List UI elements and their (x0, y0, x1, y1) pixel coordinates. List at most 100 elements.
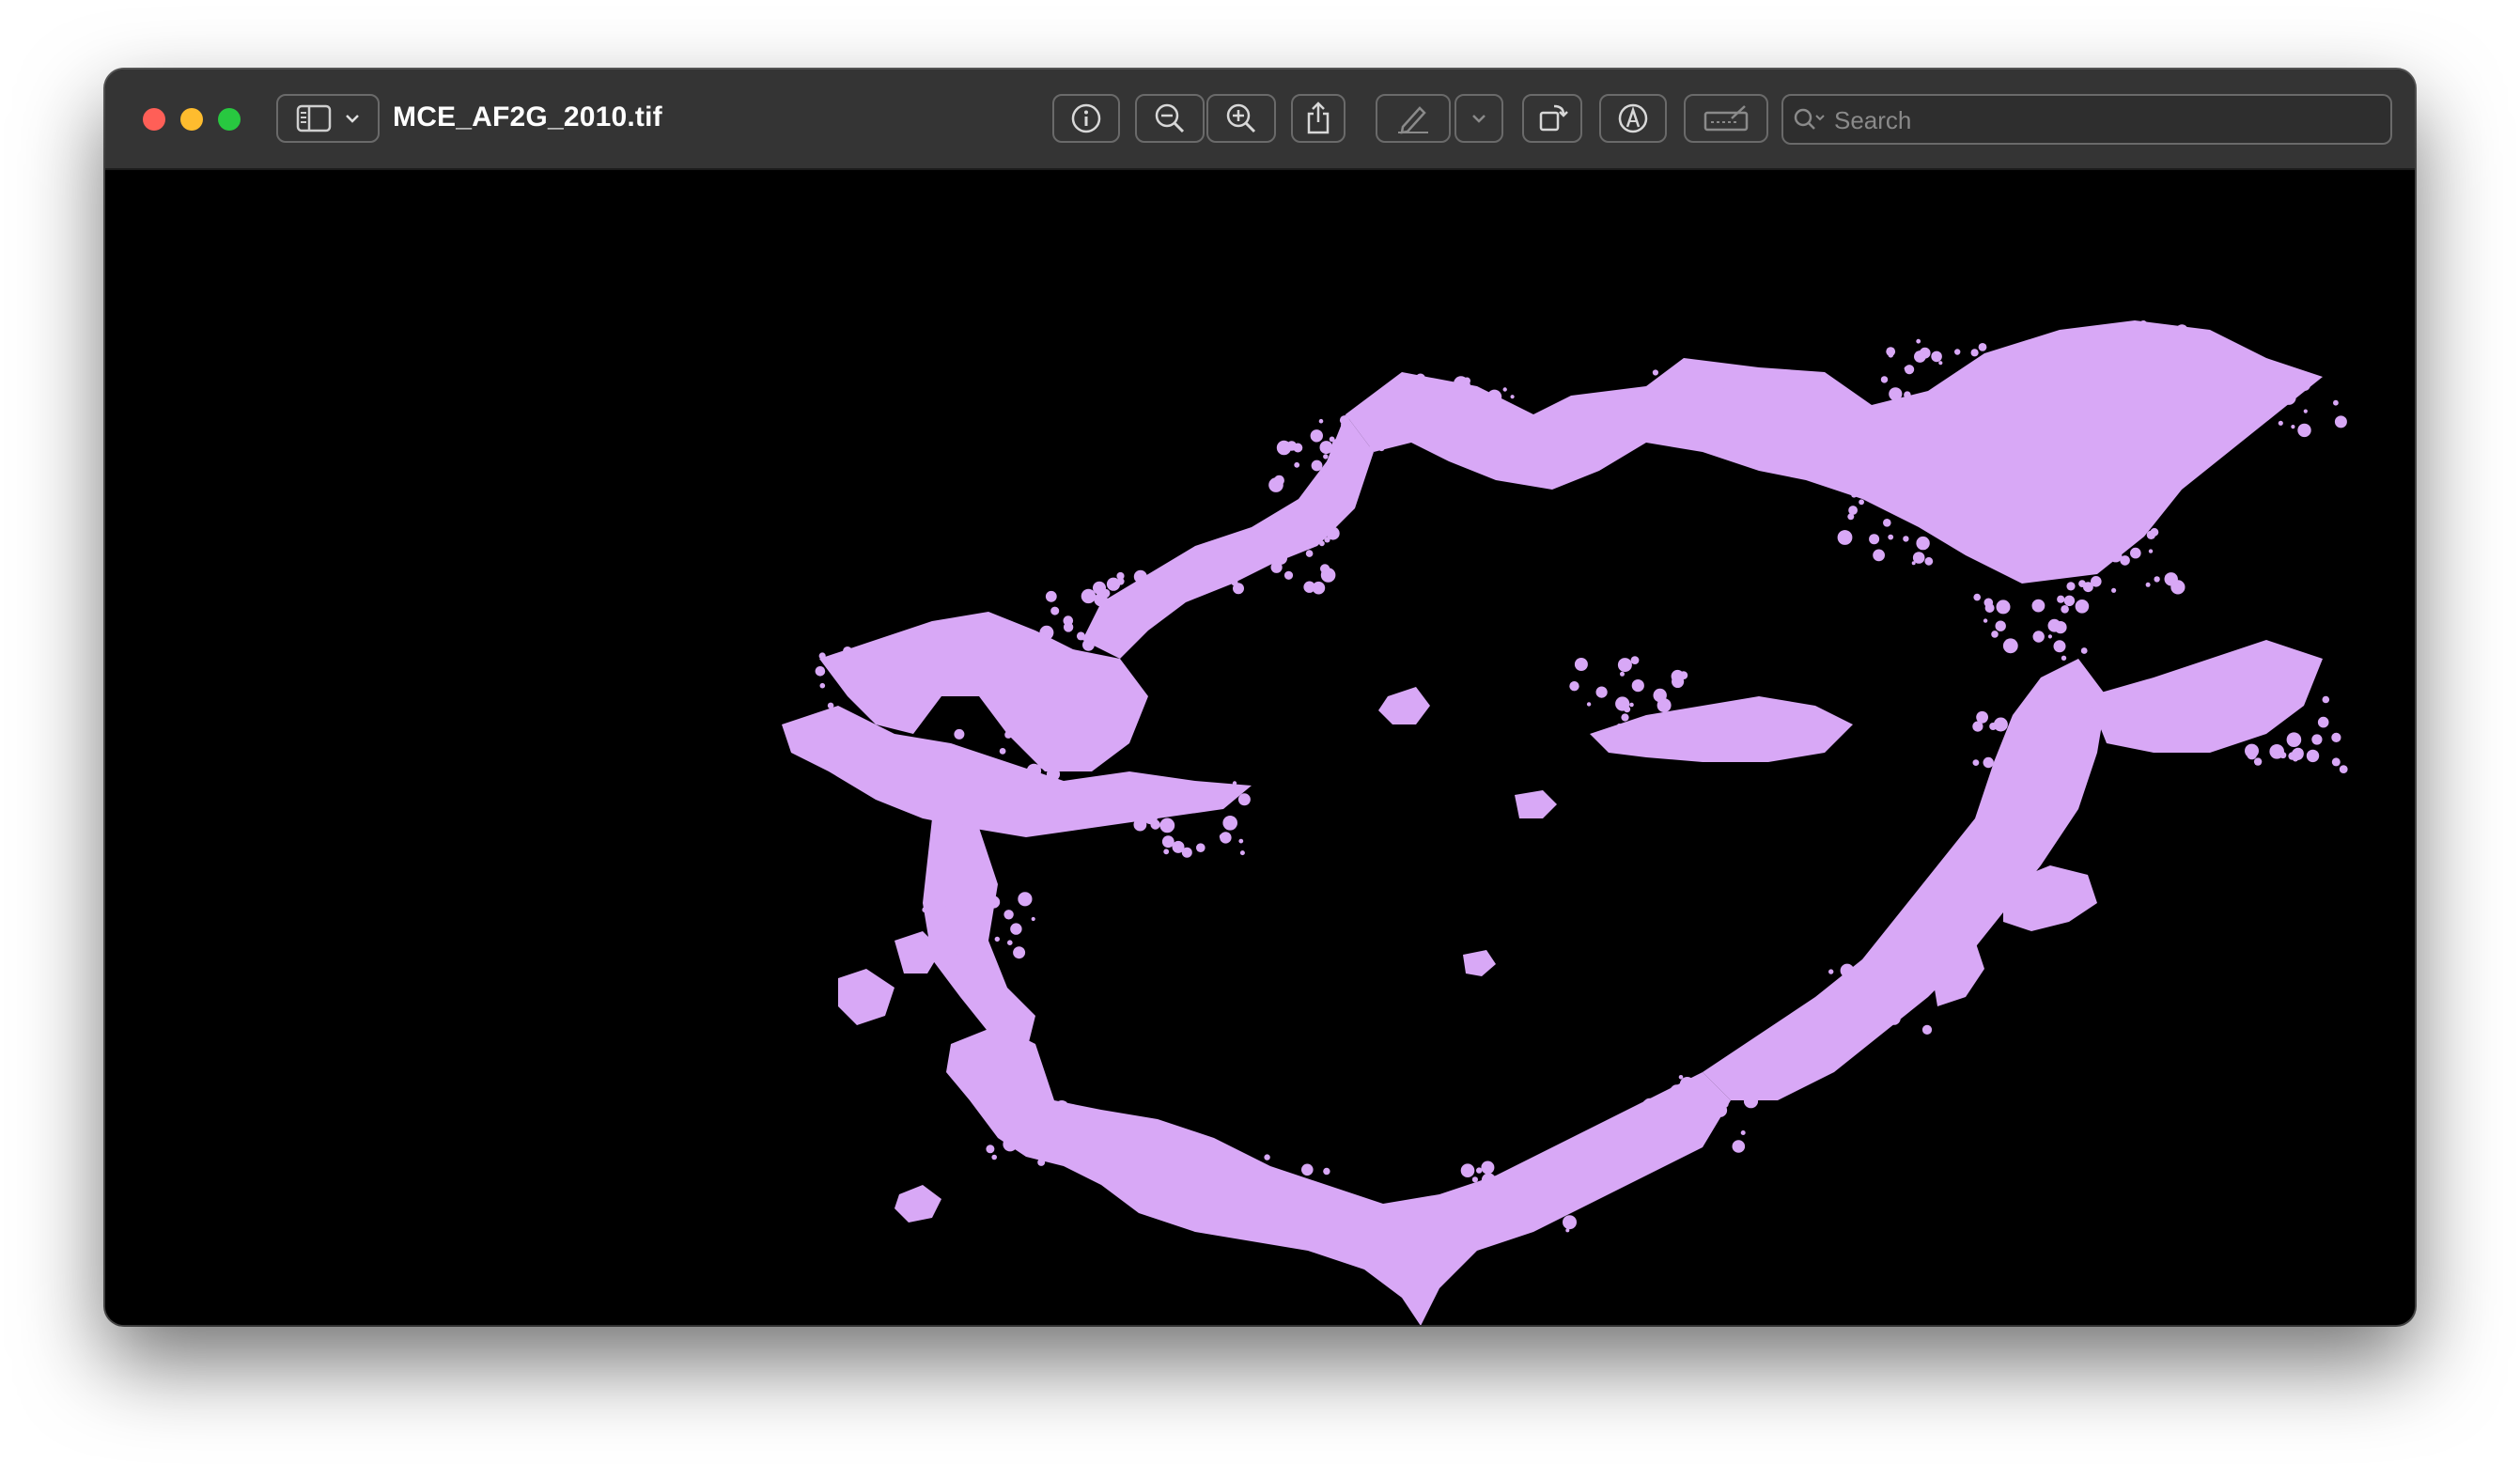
mask-speckle (1343, 432, 1349, 439)
mask-speckle (2331, 757, 2341, 767)
mask-speckle (1407, 398, 1418, 410)
classification-mask-image (782, 320, 2348, 1325)
mask-speckle (888, 637, 903, 652)
mask-speckle (1007, 940, 1013, 945)
minimize-window-button[interactable] (180, 108, 203, 131)
mask-speckle (1687, 398, 1700, 411)
mask-speckle (1690, 428, 1703, 440)
mask-speckle (1238, 838, 1244, 844)
search-input[interactable] (1832, 103, 2381, 137)
mask-speckle (1840, 963, 1855, 978)
mask-speckle (1620, 671, 1625, 677)
mask-speckle (1091, 1139, 1096, 1144)
mask-speckle (819, 682, 826, 689)
mask-region (1463, 950, 1496, 976)
mask-speckle (2183, 358, 2187, 364)
mask-speckle (2061, 655, 2067, 661)
mask-speckle (1642, 1099, 1651, 1108)
mask-speckle (2128, 383, 2139, 396)
titlebar: MCE_AF2G_2010.tif (105, 70, 2415, 170)
mask-speckle (1143, 810, 1158, 825)
mask-speckle (2066, 582, 2076, 591)
markup-button[interactable] (1376, 94, 1451, 143)
mask-speckle (1481, 1160, 1495, 1175)
mask-speckle (1996, 600, 2011, 615)
mask-speckle (2074, 723, 2085, 734)
info-button[interactable] (1052, 94, 1120, 143)
mask-speckle (1035, 1138, 1050, 1152)
mask-speckle (1294, 461, 1300, 468)
mask-speckle (2053, 640, 2066, 653)
mask-speckle (1888, 352, 1894, 358)
search-field[interactable] (1781, 94, 2392, 145)
mask-speckle (1229, 1202, 1243, 1216)
mask-speckle (939, 943, 949, 954)
mask-speckle (1331, 438, 1345, 451)
mask-speckle (1629, 702, 1634, 708)
zoom-window-button[interactable] (218, 108, 241, 131)
mask-speckle (1435, 428, 1449, 442)
annotate-button[interactable] (1599, 94, 1667, 143)
share-button[interactable] (1291, 94, 1346, 143)
mask-speckle (2278, 420, 2283, 426)
mask-speckle (2047, 634, 2052, 639)
mask-speckle (1353, 437, 1361, 445)
mask-speckle (1221, 1215, 1230, 1223)
mask-speckle (1647, 390, 1657, 400)
mask-region (1515, 790, 1557, 818)
mask-speckle (1481, 1173, 1496, 1188)
signature-button[interactable] (1684, 94, 1768, 143)
mask-speckle (1163, 849, 1170, 855)
zoom-out-icon (1153, 101, 1187, 135)
mask-speckle (1869, 534, 1880, 545)
mask-speckle (1161, 835, 1174, 849)
window-title: MCE_AF2G_2010.tif (393, 101, 662, 132)
sidebar-toggle-button[interactable] (276, 94, 380, 143)
rotate-button[interactable] (1522, 94, 1582, 143)
mask-speckle (1049, 1143, 1061, 1155)
mask-speckle (1866, 491, 1878, 504)
mask-region (923, 818, 1035, 1053)
mask-speckle (1740, 1130, 1746, 1135)
mask-speckle (1886, 491, 1891, 497)
mask-speckle (1972, 759, 1980, 766)
mask-speckle (1955, 376, 1970, 391)
mask-speckle (1863, 1031, 1869, 1037)
mask-region (1378, 687, 1430, 724)
mask-speckle (994, 936, 1000, 942)
mask-speckle (1595, 686, 1608, 698)
mask-speckle (953, 781, 959, 787)
mask-speckle (1116, 577, 1125, 585)
mask-speckle (2150, 527, 2159, 537)
markup-options-button[interactable] (1454, 94, 1503, 143)
mask-speckle (2303, 409, 2308, 413)
mask-speckle (1615, 696, 1630, 711)
zoom-out-button[interactable] (1135, 94, 1205, 143)
mask-speckle (1755, 413, 1761, 420)
mask-speckle (2148, 549, 2154, 553)
close-window-button[interactable] (143, 108, 165, 131)
mask-speckle (1674, 364, 1687, 375)
mask-speckle (1970, 349, 1979, 357)
mask-speckle (1307, 1198, 1313, 1205)
mask-speckle (1222, 816, 1237, 831)
mask-speckle (1712, 369, 1721, 379)
mask-speckle (2317, 716, 2329, 728)
mask-speckle (1170, 794, 1174, 799)
mask-speckle (1101, 588, 1111, 599)
mask-speckle (1311, 535, 1316, 540)
mask-speckle (2286, 732, 2302, 747)
mask-speckle (1237, 793, 1251, 806)
mask-speckle (2298, 379, 2311, 391)
mask-speckle (1022, 728, 1036, 742)
mask-speckle (1073, 1158, 1079, 1163)
mask-speckle (1010, 1119, 1022, 1131)
mask-speckle (1903, 536, 1909, 542)
mask-speckle (1233, 1176, 1238, 1182)
mask-speckle (1486, 389, 1502, 404)
mask-speckle (1366, 446, 1374, 454)
zoom-in-button[interactable] (1206, 94, 1276, 143)
mask-speckle (1877, 1013, 1886, 1021)
sidebar-icon (296, 104, 332, 132)
mask-speckle (1037, 1114, 1048, 1124)
